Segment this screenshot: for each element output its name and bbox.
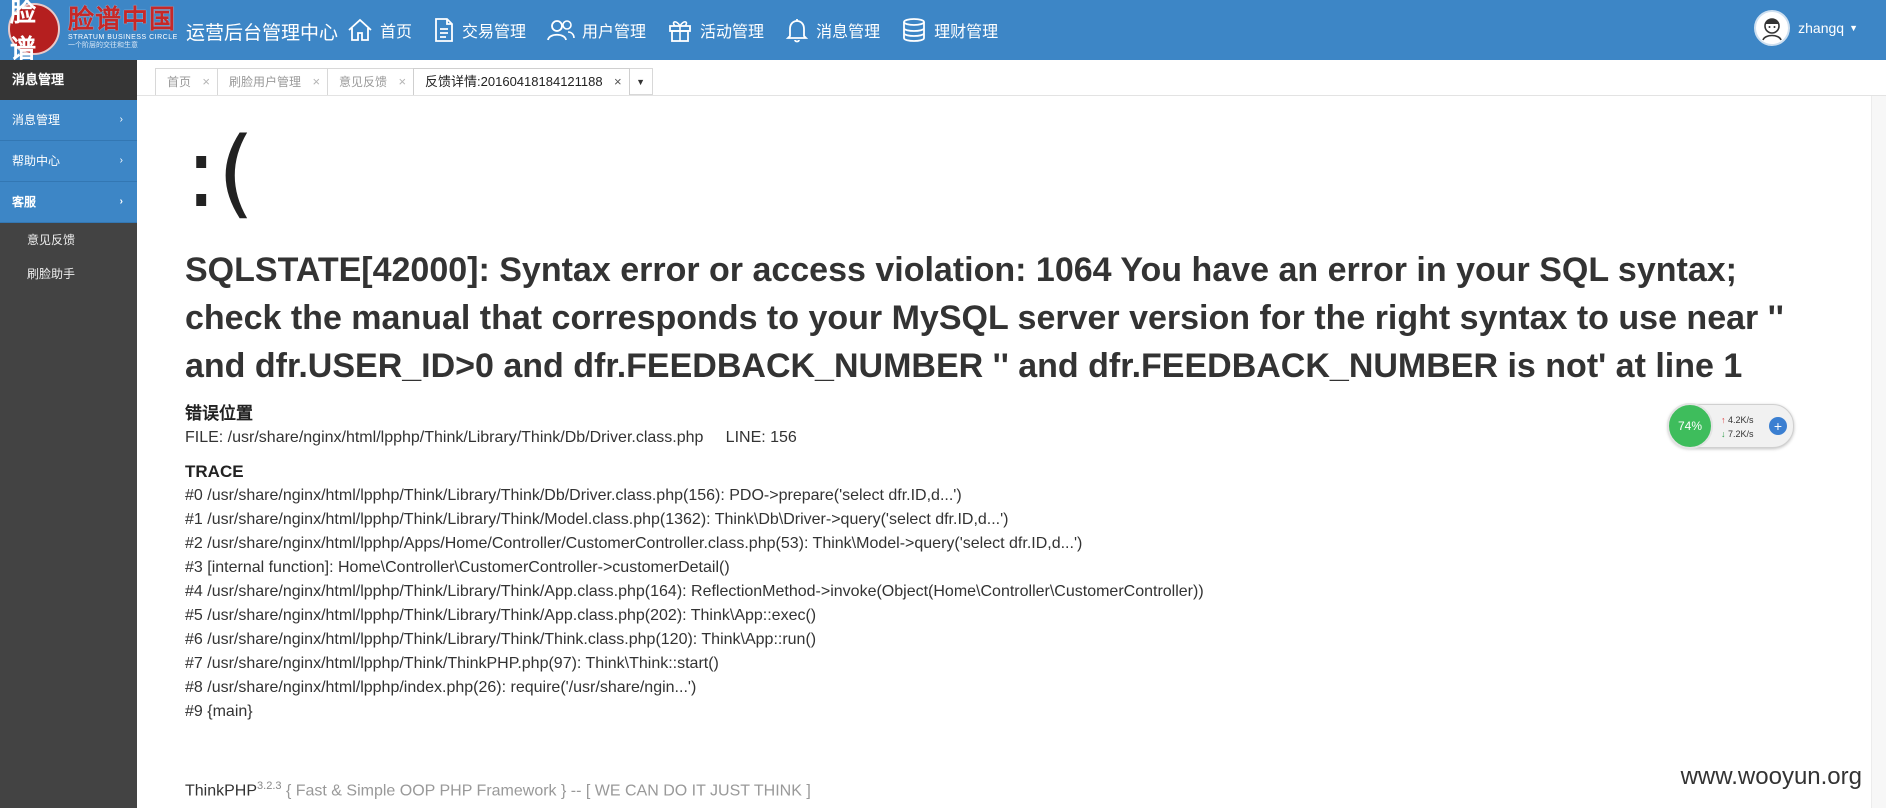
chevron-down-icon: ▼	[1849, 23, 1858, 33]
logo[interactable]: 脸谱中国 STRATUM BUSINESS CIRCLE 一个阶层的交往和生意	[68, 6, 178, 49]
avatar	[1754, 10, 1791, 46]
error-location: FILE: /usr/share/nginx/html/lpphp/Think/…	[185, 429, 797, 446]
trace-line: #7 /usr/share/nginx/html/lpphp/Think/Thi…	[185, 655, 719, 672]
database-icon	[903, 18, 925, 42]
top-bar: 脸谱 脸谱中国 STRATUM BUSINESS CIRCLE 一个阶层的交往和…	[0, 0, 1886, 65]
close-icon[interactable]: ×	[614, 69, 622, 95]
username: zhangq	[1798, 20, 1845, 36]
sidebar-subitem-feedback[interactable]: 意见反馈	[0, 223, 137, 257]
close-icon[interactable]: ×	[398, 69, 406, 95]
trace-line: #1 /usr/share/nginx/html/lpphp/Think/Lib…	[185, 511, 1009, 528]
speed-readout: ↑ 4.2K/s ↓ 7.2K/s	[1721, 413, 1754, 441]
watermark: www.wooyun.org	[1680, 763, 1862, 790]
document-icon	[435, 18, 453, 42]
trace-line: #5 /usr/share/nginx/html/lpphp/Think/Lib…	[185, 607, 817, 624]
sidebar-item-messages[interactable]: 消息管理 ›	[0, 100, 137, 141]
sidebar-item-help[interactable]: 帮助中心 ›	[0, 141, 137, 182]
home-icon	[348, 18, 372, 41]
tab-label: 意见反馈	[339, 75, 388, 89]
bell-icon	[785, 19, 809, 43]
main-nav: 首页 交易管理 用户管理 活动管理 消息管理 理财管理	[346, 0, 1018, 60]
upload-arrow-icon: ↑	[1721, 415, 1726, 425]
sidebar-item-label: 帮助中心	[12, 154, 61, 168]
trace-line: #9 {main}	[185, 703, 253, 720]
trace-line: #2 /usr/share/nginx/html/lpphp/Apps/Home…	[185, 535, 1083, 552]
logo-english: STRATUM BUSINESS CIRCLE	[68, 34, 178, 41]
framework-slogan: { Fast & Simple OOP PHP Framework } -- […	[281, 782, 811, 800]
plus-icon[interactable]: +	[1769, 417, 1787, 435]
trace-line: #0 /usr/share/nginx/html/lpphp/Think/Lib…	[185, 487, 962, 504]
chevron-right-icon: ›	[119, 155, 123, 166]
trace-line: #4 /usr/share/nginx/html/lpphp/Think/Lib…	[185, 583, 1204, 600]
trace-line: #6 /usr/share/nginx/html/lpphp/Think/Lib…	[185, 631, 817, 648]
upload-speed: 4.2K/s	[1728, 415, 1754, 425]
error-page: :( SQLSTATE[42000]: Syntax error or acce…	[185, 118, 1835, 724]
tab-label: 反馈详情:20160418184121188	[425, 74, 603, 89]
user-avatar-icon	[1762, 18, 1782, 41]
tab-bar: 首页 × 刷脸用户管理 × 意见反馈 × 反馈详情:20160418184121…	[155, 68, 653, 95]
framework-footer: ThinkPHP3.2.3 { Fast & Simple OOP PHP Fr…	[185, 780, 811, 800]
trace-label: TRACE	[185, 462, 244, 481]
nav-activity-label: 活动管理	[700, 24, 765, 41]
chevron-right-icon: ›	[119, 114, 123, 125]
framework-version: 3.2.3	[257, 780, 282, 792]
users-icon	[547, 20, 575, 41]
tab-dropdown-button[interactable]: ▼	[628, 68, 653, 95]
tab-label: 首页	[167, 75, 192, 89]
nav-home-label: 首页	[380, 24, 413, 41]
logo-slogan: 一个阶层的交往和生意	[68, 42, 138, 49]
download-arrow-icon: ↓	[1721, 429, 1726, 439]
memory-percent: 74%	[1667, 403, 1713, 449]
nav-home[interactable]: 首页	[346, 0, 412, 60]
download-speed: 7.2K/s	[1728, 429, 1754, 439]
scrollbar[interactable]	[1871, 96, 1886, 808]
nav-finance[interactable]: 理财管理	[900, 0, 998, 60]
sidebar-heading: 消息管理	[0, 60, 137, 100]
close-icon[interactable]: ×	[202, 69, 210, 95]
tab-divider	[137, 95, 1886, 96]
tab-feedback[interactable]: 意见反馈 ×	[327, 68, 415, 95]
logo-seal: 脸谱	[8, 0, 60, 65]
app-title: 运营后台管理中心	[186, 23, 339, 44]
caret-down-icon: ▼	[636, 77, 646, 87]
nav-users[interactable]: 用户管理	[546, 0, 646, 60]
framework-name[interactable]: ThinkPHP	[185, 782, 257, 799]
sidebar: 消息管理 消息管理 › 帮助中心 › 客服 › 意见反馈 刷脸助手	[0, 60, 137, 808]
close-icon[interactable]: ×	[312, 69, 320, 95]
nav-trade[interactable]: 交易管理	[432, 0, 526, 60]
chevron-right-icon: ›	[119, 196, 123, 207]
nav-finance-label: 理财管理	[934, 24, 999, 41]
sidebar-item-label: 客服	[12, 195, 37, 209]
tab-face-users[interactable]: 刷脸用户管理 ×	[217, 68, 329, 95]
sidebar-item-label: 消息管理	[12, 113, 61, 127]
sad-face: :(	[185, 117, 255, 229]
error-location-label: 错误位置	[185, 404, 253, 423]
network-speed-widget[interactable]: 74% ↑ 4.2K/s ↓ 7.2K/s +	[1667, 403, 1794, 449]
nav-trade-label: 交易管理	[462, 24, 527, 41]
trace-line: #3 [internal function]: Home\Controller\…	[185, 559, 730, 576]
nav-messages-label: 消息管理	[816, 24, 881, 41]
tab-label: 刷脸用户管理	[229, 75, 302, 89]
gift-icon	[669, 21, 691, 42]
trace-line: #8 /usr/share/nginx/html/lpphp/index.php…	[185, 679, 697, 696]
nav-messages[interactable]: 消息管理	[784, 0, 880, 60]
error-message: SQLSTATE[42000]: Syntax error or access …	[185, 251, 1784, 385]
sidebar-item-service[interactable]: 客服 ›	[0, 182, 137, 223]
user-menu[interactable]: zhangq ▼	[1754, 10, 1858, 46]
nav-activity[interactable]: 活动管理	[666, 0, 764, 60]
sidebar-subitem-face-assistant[interactable]: 刷脸助手	[0, 257, 137, 291]
tab-home[interactable]: 首页 ×	[155, 68, 219, 95]
nav-users-label: 用户管理	[582, 24, 647, 41]
logo-title: 脸谱中国	[68, 4, 177, 34]
tab-feedback-detail[interactable]: 反馈详情:20160418184121188 ×	[413, 68, 630, 95]
